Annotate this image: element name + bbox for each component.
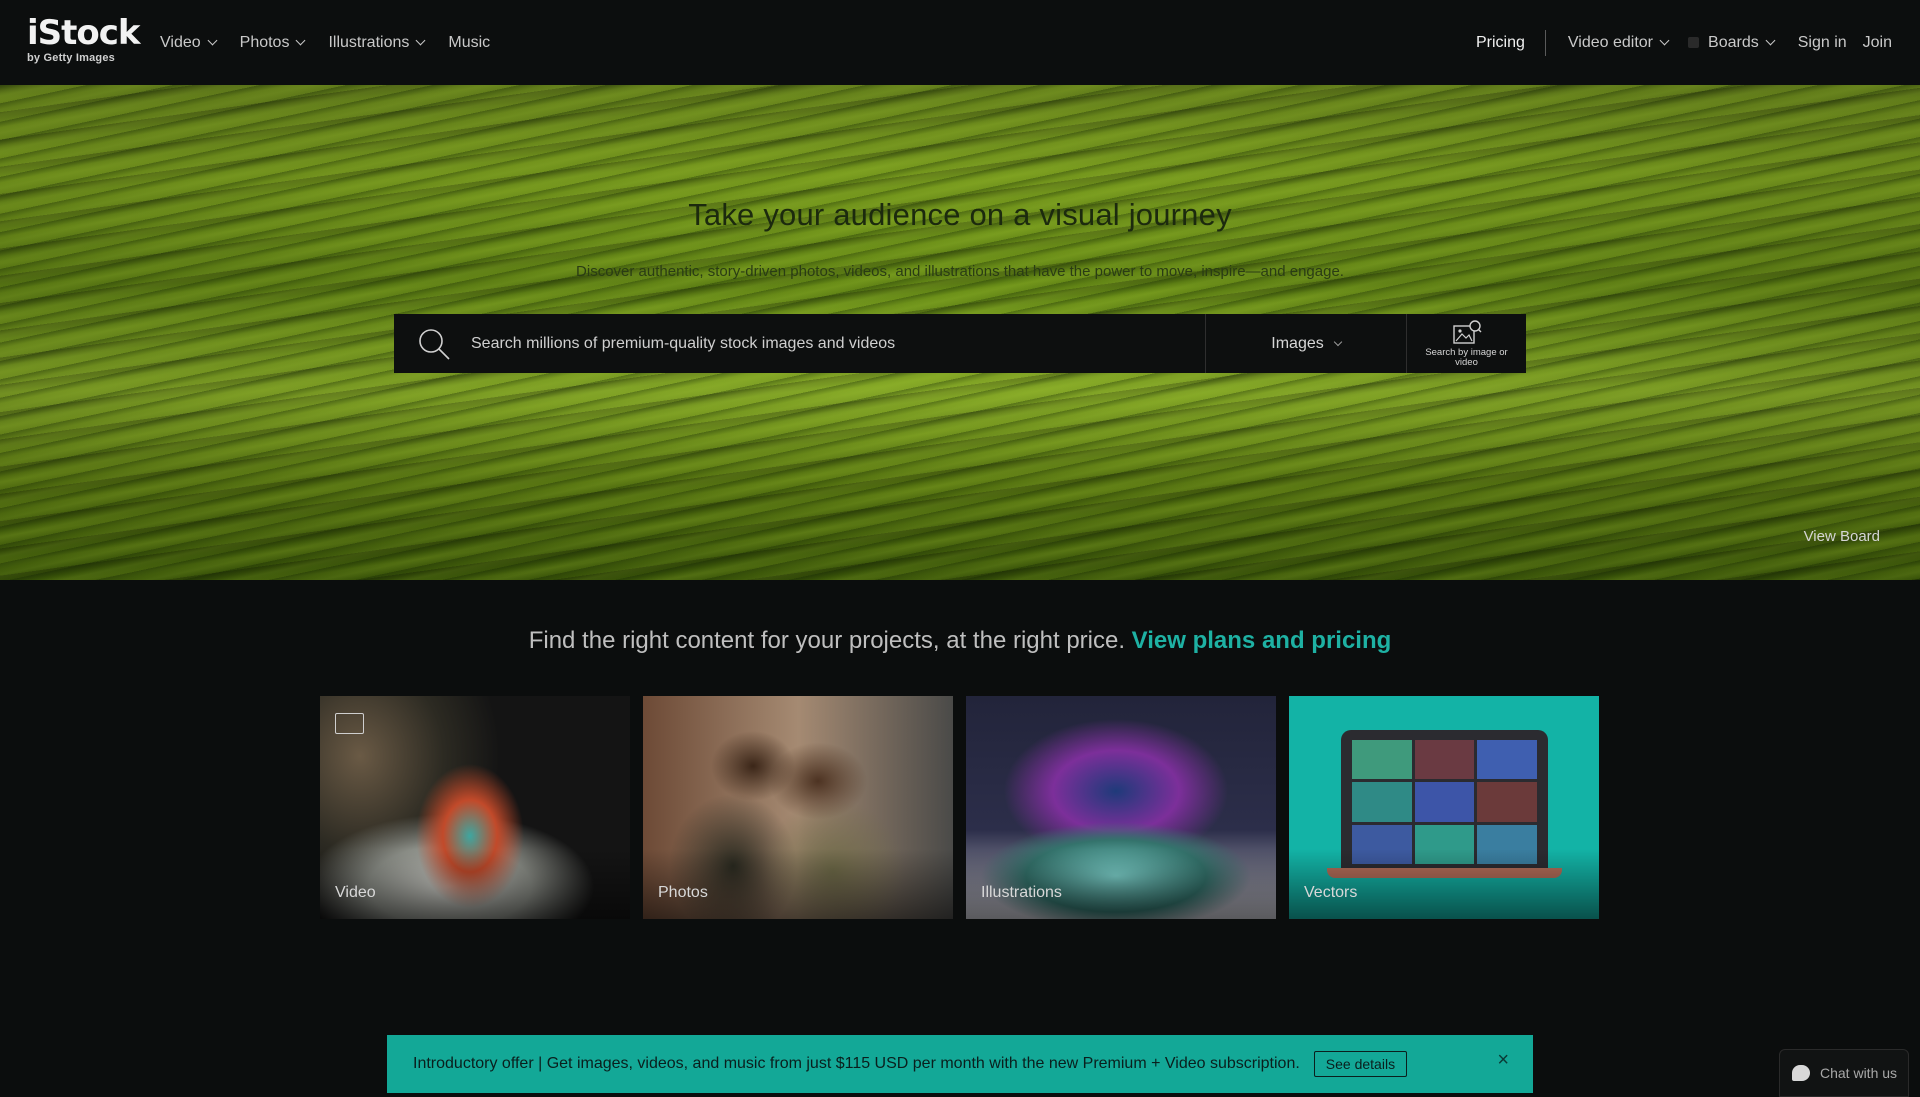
nav-video-editor[interactable]: Video editor [1567, 33, 1670, 52]
pricing-promo-text: Find the right content for your projects… [528, 627, 1125, 654]
search-icon [419, 329, 450, 360]
category-cards: Video Photos Illustrations Vectors [320, 696, 1599, 919]
image-search-icon [1452, 319, 1481, 344]
video-camera-icon [335, 713, 364, 734]
nav-boards[interactable]: Boards [1688, 33, 1776, 52]
media-type-value: Images [1271, 334, 1324, 352]
category-card-photos[interactable]: Photos [643, 696, 953, 919]
card-label: Vectors [1304, 884, 1358, 901]
search-input[interactable] [471, 314, 1171, 373]
category-card-vectors[interactable]: Vectors [1289, 696, 1599, 919]
close-icon[interactable]: × [1497, 1049, 1509, 1072]
call-tile [1414, 782, 1475, 822]
sign-in-link[interactable]: Sign in [1798, 34, 1847, 52]
join-link[interactable]: Join [1863, 34, 1892, 52]
call-tile [1477, 782, 1537, 822]
view-plans-link[interactable]: View plans and pricing [1132, 627, 1392, 654]
video-call-grid [1352, 740, 1537, 864]
nav-boards-label: Boards [1708, 33, 1759, 51]
laptop-illustration [1341, 730, 1548, 868]
chat-label: Chat with us [1820, 1065, 1898, 1081]
istock-logo[interactable]: iStock by Getty Images [27, 13, 141, 68]
nav-illustrations-label: Illustrations [328, 33, 410, 51]
see-details-button[interactable]: See details [1313, 1051, 1408, 1077]
chat-bubble-icon [1792, 1065, 1810, 1081]
category-card-illustrations[interactable]: Illustrations [966, 696, 1276, 919]
chat-widget[interactable]: Chat with us [1779, 1049, 1909, 1097]
chevron-down-icon [1659, 35, 1670, 46]
image-search-label: Search by image or video [1425, 346, 1508, 368]
nav-music-label: Music [448, 33, 491, 51]
pricing-promo: Find the right content for your projects… [0, 627, 1920, 655]
card-label: Illustrations [981, 884, 1062, 901]
hero-banner: Take your audience on a visual journey D… [0, 85, 1920, 580]
call-tile [1414, 740, 1475, 780]
image-search-button[interactable]: Search by image or video [1406, 314, 1526, 373]
nav-illustrations[interactable]: Illustrations [328, 33, 426, 52]
chevron-down-icon [1765, 35, 1776, 46]
board-icon [1688, 37, 1700, 48]
hero-title: Take your audience on a visual journey [688, 197, 1232, 232]
hero-subtitle: Discover authentic, story-driven photos,… [576, 263, 1344, 280]
nav-photos-label: Photos [239, 33, 290, 51]
logo-subtitle: by Getty Images [27, 52, 115, 64]
offer-banner: Introductory offer | Get images, videos,… [387, 1035, 1533, 1093]
logo-wordmark: iStock [27, 13, 141, 53]
nav-divider [1544, 29, 1546, 56]
chevron-down-icon [207, 35, 218, 46]
call-tile [1352, 740, 1412, 780]
account-nav: Pricing Video editor Boards Sign in Join [1476, 0, 1892, 85]
offer-text: Introductory offer | Get images, videos,… [413, 1055, 1300, 1072]
chevron-down-icon [415, 35, 426, 46]
card-label: Video [335, 884, 376, 901]
nav-video[interactable]: Video [160, 33, 218, 52]
chevron-down-icon [1333, 337, 1342, 346]
primary-nav: Video Photos Illustrations Music [160, 0, 490, 85]
search-bar: Images Search by image or video [394, 314, 1526, 373]
nav-music[interactable]: Music [448, 34, 490, 52]
call-tile [1477, 740, 1537, 780]
card-label: Photos [658, 884, 708, 901]
category-card-video[interactable]: Video [320, 696, 630, 919]
nav-video-label: Video [160, 33, 201, 51]
view-board-link[interactable]: View Board [1804, 528, 1880, 545]
nav-photos[interactable]: Photos [239, 33, 306, 52]
nav-video-editor-label: Video editor [1567, 33, 1654, 51]
nav-pricing[interactable]: Pricing [1476, 34, 1525, 52]
chevron-down-icon [296, 35, 306, 46]
call-tile [1352, 782, 1412, 822]
search-field[interactable] [394, 314, 1205, 373]
top-nav: iStock by Getty Images Video Photos Illu… [0, 0, 1920, 85]
media-type-select[interactable]: Images [1205, 314, 1406, 373]
